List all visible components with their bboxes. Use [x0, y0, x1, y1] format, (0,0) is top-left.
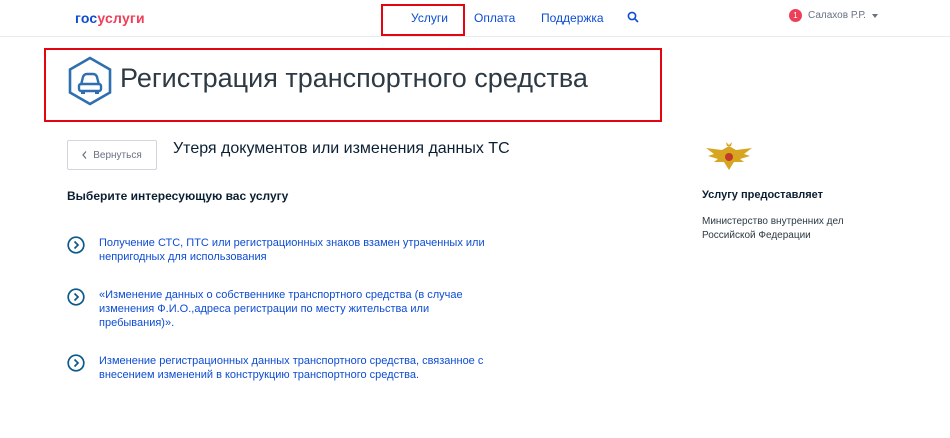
- nav-oplata[interactable]: Оплата: [474, 11, 515, 25]
- chevron-down-icon: [871, 13, 878, 18]
- service-link-owner-change[interactable]: «Изменение данных о собственнике транспо…: [67, 288, 489, 330]
- nav-uslugi[interactable]: Услуги: [411, 11, 448, 25]
- user-name: Салахов Р.Р.: [808, 10, 866, 21]
- service-link-replacement[interactable]: Получение СТС, ПТС или регистрационных з…: [67, 236, 489, 264]
- car-icon: [68, 56, 112, 106]
- mvd-emblem-icon: [706, 142, 752, 170]
- search-icon[interactable]: [627, 11, 639, 23]
- provider-name: Министерство внутренних дел Российской Ф…: [702, 216, 844, 241]
- chevron-left-icon: [82, 151, 87, 159]
- notification-badge[interactable]: 1: [789, 9, 802, 22]
- logo-part-uslugi: услуги: [97, 10, 145, 26]
- choose-service-heading: Выберите интересующую вас услугу: [67, 189, 289, 203]
- gosuslugi-logo[interactable]: госуслуги: [75, 10, 145, 26]
- logo-part-gos: гос: [75, 10, 98, 26]
- service-link-label[interactable]: Получение СТС, ПТС или регистрационных з…: [99, 236, 489, 264]
- nav-podderzhka[interactable]: Поддержка: [541, 11, 604, 25]
- back-button-label: Вернуться: [93, 149, 142, 161]
- back-button[interactable]: Вернуться: [67, 140, 157, 170]
- service-link-label[interactable]: Изменение регистрационных данных транспо…: [99, 354, 489, 382]
- provider-heading: Услугу предоставляет: [702, 189, 824, 201]
- service-link-label[interactable]: «Изменение данных о собственнике транспо…: [99, 288, 489, 330]
- arrow-circle-icon: [67, 288, 85, 306]
- user-menu[interactable]: 1 Салахов Р.Р.: [789, 9, 878, 22]
- page-title: Регистрация транспортного средства: [120, 63, 588, 93]
- service-link-construction-change[interactable]: Изменение регистрационных данных транспо…: [67, 354, 489, 382]
- arrow-circle-icon: [67, 236, 85, 254]
- top-header: госуслуги Услуги Оплата Поддержка 1 Сала…: [0, 0, 950, 37]
- arrow-circle-icon: [67, 354, 85, 372]
- service-subtitle: Утеря документов или изменения данных ТС: [173, 140, 510, 157]
